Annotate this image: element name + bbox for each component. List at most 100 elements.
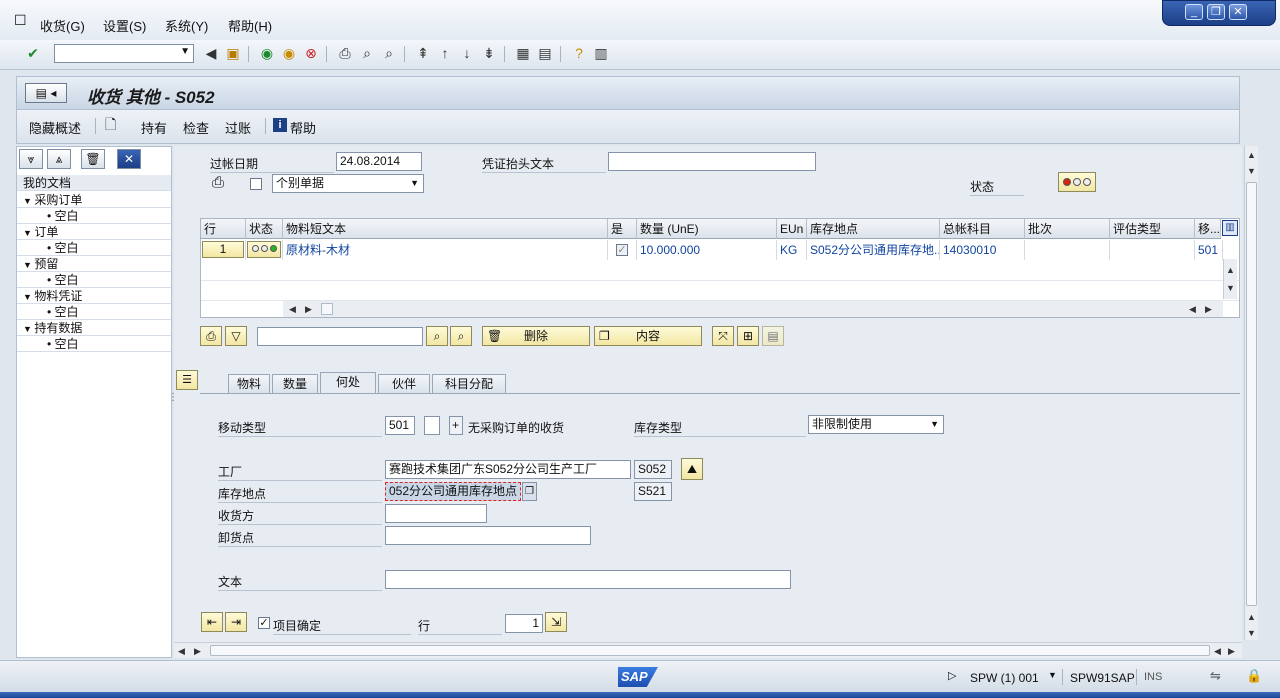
exit-icon[interactable]: ◉ xyxy=(280,44,298,62)
row-material-text[interactable]: 原材料-木材 xyxy=(283,240,608,260)
scroll-up-icon[interactable]: ▲ xyxy=(1226,265,1235,275)
row-movement-type[interactable]: 501 xyxy=(1195,240,1223,260)
scroll-right-icon[interactable]: ▶ xyxy=(194,646,201,657)
print-icon[interactable]: ⎙ xyxy=(212,174,224,191)
expand-icon[interactable]: ⩔ xyxy=(19,149,43,169)
splitter-handle[interactable]: ⋮ xyxy=(168,392,178,403)
row-unit[interactable]: KG xyxy=(777,240,807,260)
find-next-icon[interactable]: ⌕ xyxy=(450,326,472,346)
col-valuation-type[interactable]: 评估类型 xyxy=(1110,219,1195,239)
menu-help[interactable]: 帮助(H) xyxy=(228,16,272,35)
prev-page-icon[interactable]: ↑ xyxy=(436,44,454,62)
item-ok-checkbox[interactable]: ✓ xyxy=(616,244,628,256)
menu-settings[interactable]: 设置(S) xyxy=(103,16,146,35)
item-ok-checkbox[interactable]: ✓ xyxy=(258,617,270,629)
tree-node-order[interactable]: ▼ 订单 xyxy=(17,224,171,240)
print-grid-icon[interactable]: ⎙ xyxy=(200,326,222,346)
row-valuation-type[interactable] xyxy=(1110,240,1195,260)
col-quantity[interactable]: 数量 (UnE) xyxy=(637,219,777,239)
col-movement[interactable]: 移... xyxy=(1195,219,1221,239)
plant-name-input[interactable]: 赛跑技术集团广东S052分公司生产工厂 xyxy=(385,460,631,479)
next-page-icon[interactable]: ↓ xyxy=(458,44,476,62)
menu-system[interactable]: 系统(Y) xyxy=(165,16,208,35)
close-tree-icon[interactable]: ✕ xyxy=(117,149,141,169)
posting-date-input[interactable]: 24.08.2014 xyxy=(336,152,422,171)
find-next-icon[interactable]: ⌕ xyxy=(380,44,398,62)
scroll-thumb[interactable] xyxy=(1246,182,1257,606)
scroll-right-icon[interactable]: ▶ xyxy=(1228,646,1235,657)
scroll-thumb[interactable] xyxy=(210,645,1210,656)
col-material-text[interactable]: 物料短文本 xyxy=(283,219,608,239)
table-row[interactable]: 1 原材料-木材 ✓ 10.000.000 KG S052分公司通用库存地...… xyxy=(201,240,1223,260)
hold-button[interactable]: 持有 xyxy=(141,118,167,137)
menu-goods-receipt[interactable]: 收货(G) xyxy=(40,16,85,35)
find-icon[interactable]: ⌕ xyxy=(426,326,448,346)
hierarchy-icon[interactable]: ⊞ xyxy=(737,326,759,346)
new-session-icon[interactable]: ▦ xyxy=(514,44,532,62)
grid-search-input[interactable] xyxy=(257,327,423,346)
new-document-icon[interactable]: 🗋 xyxy=(105,114,116,138)
col-ok[interactable]: 是 xyxy=(608,219,637,239)
find-icon[interactable]: ⌕ xyxy=(358,44,376,62)
scroll-left-icon[interactable]: ◀ xyxy=(289,304,296,315)
grid-horizontal-scrollbar[interactable]: ◀ ▶ ◀ ▶ xyxy=(283,301,1223,317)
status-expand-icon[interactable]: ▷ xyxy=(948,669,956,682)
goto-line-icon[interactable]: ⇲ xyxy=(545,612,567,632)
save-icon[interactable]: ▣ xyxy=(224,44,242,62)
tree-node-purchase-order[interactable]: ▼ 采购订单 xyxy=(17,192,171,208)
collapse-icon[interactable]: ⩓ xyxy=(47,149,71,169)
chevron-down-icon[interactable]: ▼ xyxy=(1048,670,1057,680)
scroll-left-icon[interactable]: ◀ xyxy=(178,646,185,657)
scroll-down-icon[interactable]: ▼ xyxy=(1247,628,1256,638)
command-field[interactable]: ▼ xyxy=(54,44,194,63)
tab-where[interactable]: 何处 xyxy=(320,372,376,394)
tree-leaf[interactable]: • 空白 xyxy=(17,272,171,288)
scroll-right-icon[interactable]: ▶ xyxy=(1205,304,1212,315)
minimize-button[interactable]: _ xyxy=(1185,4,1203,20)
back-icon[interactable]: ◉ xyxy=(258,44,276,62)
scroll-up-icon[interactable]: ▲ xyxy=(1247,612,1256,622)
caret-down-icon[interactable]: ▼ xyxy=(23,260,34,270)
first-page-icon[interactable]: ⇞ xyxy=(414,44,432,62)
recipient-input[interactable] xyxy=(385,504,487,523)
doc-header-text-input[interactable] xyxy=(608,152,816,171)
value-help-icon[interactable]: ❐ xyxy=(522,482,537,501)
tree-node-reservation[interactable]: ▼ 预留 xyxy=(17,256,171,272)
row-ok-cell[interactable]: ✓ xyxy=(608,240,637,260)
check-button[interactable]: 检查 xyxy=(183,118,209,137)
menu-icon[interactable]: ☐ xyxy=(14,12,27,29)
col-storage-location[interactable]: 库存地点 xyxy=(807,219,940,239)
line-input[interactable]: 1 xyxy=(505,614,543,633)
system-info[interactable]: SPW (1) 001 xyxy=(970,671,1039,685)
tree-leaf[interactable]: • 空白 xyxy=(17,336,171,352)
col-unit[interactable]: EUn xyxy=(777,219,807,239)
caret-down-icon[interactable]: ▼ xyxy=(23,228,34,238)
help-icon[interactable]: ? xyxy=(570,44,588,62)
scroll-left-icon[interactable]: ◀ xyxy=(1214,646,1221,657)
filter-icon[interactable]: ▽ xyxy=(225,326,247,346)
row-selector[interactable]: 1 xyxy=(202,241,244,258)
row-quantity[interactable]: 10.000.000 xyxy=(637,240,777,260)
tree-node-material-doc[interactable]: ▼ 物料凭证 xyxy=(17,288,171,304)
back-arrow-icon[interactable]: ◀ xyxy=(202,44,220,62)
maximize-button[interactable]: ❐ xyxy=(1207,4,1225,20)
col-gl-account[interactable]: 总帐科目 xyxy=(940,219,1025,239)
prev-item-icon[interactable]: ⇤ xyxy=(201,612,223,632)
col-batch[interactable]: 批次 xyxy=(1025,219,1110,239)
main-vertical-scrollbar[interactable]: ▲ ▼ ▲ ▼ xyxy=(1244,146,1258,640)
column-config-icon[interactable]: ▥ xyxy=(1222,220,1238,236)
print-checkbox[interactable] xyxy=(250,178,262,190)
grid-vertical-scrollbar[interactable]: ▲ ▼ xyxy=(1223,259,1237,299)
slip-type-select[interactable]: 个别单据 ▼ xyxy=(272,174,424,193)
col-status[interactable]: 状态 xyxy=(246,219,283,239)
tab-account-assignment[interactable]: 科目分配 xyxy=(432,374,506,394)
row-line-cell[interactable]: 1 xyxy=(201,240,246,260)
tab-quantity[interactable]: 数量 xyxy=(272,374,318,394)
enter-icon[interactable]: ✔ xyxy=(24,44,42,62)
tree-leaf[interactable]: • 空白 xyxy=(17,208,171,224)
tree-leaf[interactable]: • 空白 xyxy=(17,240,171,256)
tree-node-held-data[interactable]: ▼ 持有数据 xyxy=(17,320,171,336)
scroll-left-icon[interactable]: ◀ xyxy=(1189,304,1196,315)
tree-leaf[interactable]: • 空白 xyxy=(17,304,171,320)
layout-icon[interactable]: ▥ xyxy=(592,44,610,62)
